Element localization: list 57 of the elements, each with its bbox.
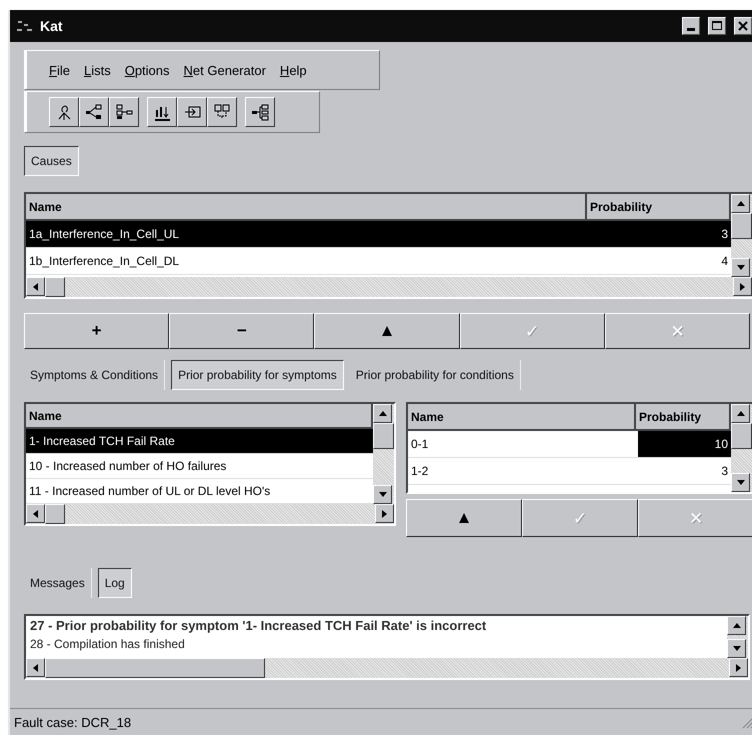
vertical-scrollbar[interactable] — [373, 404, 394, 504]
table-cell[interactable]: 10 - Increased number of HO failures — [26, 454, 373, 478]
maximize-icon — [711, 20, 723, 32]
horizontal-scrollbar[interactable] — [26, 658, 748, 678]
network-icon — [213, 103, 231, 121]
window-title: Kat — [40, 18, 64, 34]
menu-item[interactable]: Lists — [84, 62, 111, 78]
tab[interactable]: Causes — [24, 146, 79, 176]
action-button[interactable]: ▲ — [314, 313, 460, 349]
toolbar-button[interactable] — [245, 97, 275, 127]
app-icon — [16, 19, 34, 33]
hierarchy-icon — [115, 103, 133, 121]
table-cell[interactable]: 1a_Interference_In_Cell_UL — [26, 221, 589, 247]
menu-item[interactable]: Options — [124, 62, 170, 78]
tab[interactable]: Log — [98, 568, 132, 598]
toolbar-button[interactable] — [79, 97, 109, 127]
log-message: 27 - Prior probability for symptom '1- Increased TCH Fail Rate' is incorrect — [29, 617, 488, 635]
menu-item[interactable]: File — [49, 62, 70, 78]
table-cell[interactable]: 3 — [638, 458, 731, 484]
toolbar-button[interactable] — [147, 97, 177, 127]
minimize-button[interactable] — [682, 17, 700, 35]
toolbar-button[interactable] — [49, 97, 79, 127]
toolbar-button[interactable] — [177, 97, 207, 127]
menu-item[interactable]: Help — [280, 62, 307, 78]
toolbar-button[interactable] — [207, 97, 237, 127]
toolbar-button[interactable] — [109, 97, 139, 127]
table-cell[interactable]: 11 - Increased number of UL or DL level HO's — [26, 479, 373, 504]
vertical-scrollbar[interactable] — [731, 194, 752, 277]
close-button[interactable] — [734, 17, 752, 35]
horizontal-scrollbar[interactable] — [26, 504, 394, 524]
status-text: Fault case: DCR_18 — [14, 714, 132, 730]
close-icon — [737, 20, 749, 32]
horizontal-scrollbar[interactable] — [26, 277, 752, 297]
table-cell[interactable]: 10 — [638, 431, 731, 457]
menu-item[interactable]: Net Generator — [184, 62, 266, 78]
tab[interactable]: Prior probability for conditions — [350, 360, 521, 390]
action-button[interactable]: + — [24, 313, 170, 349]
table-cell[interactable]: 4 — [589, 248, 731, 274]
maximize-button[interactable] — [708, 17, 726, 35]
table-cell[interactable]: 1-2 — [408, 458, 638, 484]
table-cell[interactable]: 0-1 — [408, 431, 638, 457]
column-header[interactable]: Name — [408, 404, 636, 429]
table-cell[interactable]: 3 — [589, 221, 731, 247]
hierarchy-icon — [251, 103, 269, 121]
vertical-scrollbar[interactable] — [731, 404, 752, 492]
action-button[interactable]: ▲ — [406, 499, 522, 537]
tab[interactable]: Messages — [24, 568, 92, 598]
hierarchy-icon — [85, 103, 103, 121]
tab[interactable]: Symptoms & Conditions — [24, 360, 166, 390]
tab[interactable]: Prior probability for symptoms — [171, 360, 344, 390]
table-cell[interactable]: 1b_Interference_In_Cell_DL — [26, 248, 589, 274]
vertical-scrollbar[interactable] — [727, 616, 748, 658]
action-button[interactable]: − — [169, 313, 314, 349]
minimize-icon — [687, 28, 695, 31]
column-header[interactable]: Name — [26, 194, 587, 219]
table-cell[interactable]: 1- Increased TCH Fail Rate — [26, 429, 373, 454]
log-message: 28 - Compilation has finished — [29, 636, 186, 653]
